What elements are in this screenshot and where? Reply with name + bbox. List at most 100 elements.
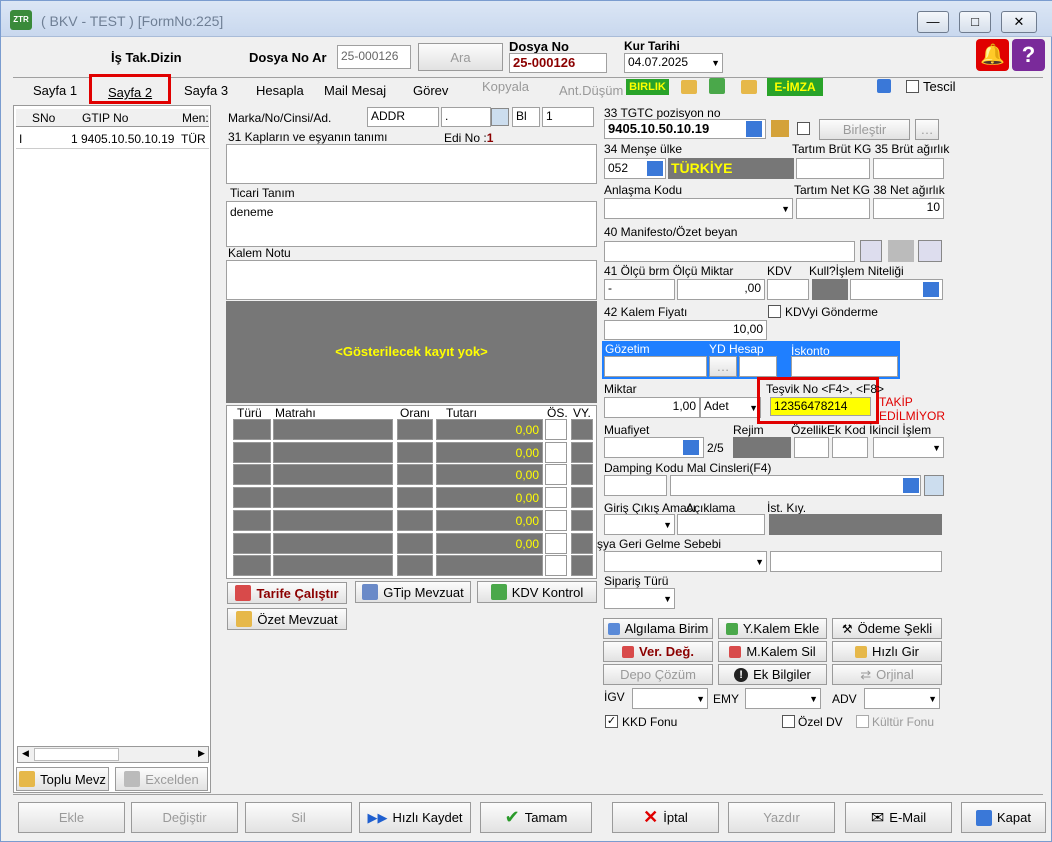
manifesto-add-icon[interactable]	[918, 240, 942, 262]
geri-gelme-input[interactable]	[770, 551, 942, 572]
kapat-button[interactable]: Kapat	[961, 802, 1046, 833]
toplu-mevzuat-button[interactable]: Toplu Mevz	[16, 767, 109, 791]
edit-icon[interactable]	[491, 108, 509, 126]
kultur-fonu-checkbox[interactable]	[856, 715, 869, 728]
ozel-dv-checkbox[interactable]	[782, 715, 795, 728]
tax-cell[interactable]	[571, 464, 593, 486]
tab-mail-mesaj[interactable]: Mail Mesaj	[324, 81, 386, 103]
col-gtip[interactable]: GTIP No	[82, 111, 128, 125]
dosya-no-field[interactable]: 25-000126	[509, 53, 607, 73]
yazdir-button[interactable]: Yazdır	[728, 802, 835, 833]
gozetim-input[interactable]	[604, 356, 707, 377]
damping-input[interactable]	[604, 475, 667, 496]
aciklama-input[interactable]	[677, 514, 765, 535]
algilama-birim-button[interactable]: Algılama Birim	[603, 618, 713, 639]
notification-bell-icon[interactable]: 🔔	[976, 39, 1009, 71]
mense-lookup-icon[interactable]	[647, 161, 663, 176]
marka-dot-input[interactable]: .	[441, 107, 491, 127]
maximize-button[interactable]: □	[959, 11, 991, 33]
tab-sayfa-1[interactable]: Sayfa 1	[33, 81, 77, 103]
col-sno[interactable]: SNo	[32, 111, 55, 125]
lookup-icon[interactable]	[746, 121, 762, 137]
manifesto-list-icon[interactable]	[860, 240, 882, 262]
email-button[interactable]: ✉ E-Mail	[845, 802, 952, 833]
birlestir-more-button[interactable]: …	[915, 119, 939, 140]
kalem-notu-textarea[interactable]	[226, 260, 597, 300]
tax-cell[interactable]	[571, 487, 593, 509]
birlik-button[interactable]: BIRLIK	[626, 79, 669, 95]
tab-sayfa-3[interactable]: Sayfa 3	[184, 81, 228, 103]
gtip-input[interactable]: 9405.10.50.10.19	[604, 119, 766, 139]
help-icon[interactable]: ?	[1012, 39, 1045, 71]
col-mense[interactable]: Men:	[182, 111, 209, 125]
tax-cell[interactable]	[571, 509, 593, 531]
net-agirlik-input[interactable]: 10	[873, 198, 944, 219]
bl-input[interactable]: Bl	[512, 107, 540, 127]
tarife-calistir-button[interactable]: Tarife Çalıştır	[227, 582, 347, 604]
ek-kod-input[interactable]	[832, 437, 868, 458]
tax-cell[interactable]	[545, 487, 567, 509]
ticari-tanim-textarea[interactable]: deneme	[226, 201, 597, 247]
upload-icon[interactable]	[709, 78, 725, 94]
tartim-net-input[interactable]	[796, 198, 870, 219]
manifesto-input[interactable]	[604, 241, 855, 262]
tax-cell[interactable]	[571, 419, 593, 440]
tax-cell[interactable]	[545, 419, 567, 440]
tax-cell[interactable]	[571, 555, 593, 577]
olcu-miktar-input[interactable]: ,00	[677, 279, 765, 300]
kalem-fiyati-input[interactable]: 10,00	[604, 320, 767, 340]
geri-gelme-select[interactable]: ▼	[604, 551, 767, 572]
tax-cell[interactable]	[545, 555, 567, 577]
kkd-fonu-checkbox[interactable]: ✓	[605, 715, 618, 728]
marka-input[interactable]: ADDR	[367, 107, 439, 127]
kdv-input[interactable]	[767, 279, 809, 300]
odeme-sekli-button[interactable]: ⚒ Ödeme Şekli	[832, 618, 942, 639]
sil-button[interactable]: Sil	[245, 802, 352, 833]
box-icon[interactable]	[771, 120, 789, 137]
minimize-button[interactable]: —	[917, 11, 949, 33]
tesvik-input[interactable]: 12356478214	[770, 397, 871, 416]
tax-cell[interactable]	[571, 441, 593, 463]
kur-tarihi-field[interactable]: 04.07.2025 ▼	[624, 53, 723, 73]
tartim-brut-input[interactable]	[796, 158, 870, 179]
ara-button[interactable]: Ara	[418, 43, 503, 71]
tab-hesapla[interactable]: Hesapla	[256, 81, 304, 103]
e-imza-button[interactable]: E-İMZA	[767, 78, 823, 96]
kaplar-textarea[interactable]	[226, 144, 597, 184]
m-kalem-sil-button[interactable]: M.Kalem Sil	[718, 641, 827, 662]
tax-cell[interactable]	[545, 441, 567, 463]
kull-lookup-icon[interactable]	[923, 282, 939, 297]
scrollbar-thumb[interactable]	[34, 748, 119, 761]
giris-cikis-select[interactable]: ▼	[604, 514, 675, 535]
birim-select[interactable]: Adet ▼	[700, 397, 761, 418]
close-window-button[interactable]: ✕	[1001, 11, 1037, 33]
table-row[interactable]: I 1 9405.10.50.10.19 TÜR	[16, 129, 209, 149]
tab-gorev[interactable]: Görev	[413, 81, 448, 103]
ikincil-islem-select[interactable]: ▼	[873, 437, 944, 458]
document-icon[interactable]	[877, 79, 891, 93]
kdv-kontrol-button[interactable]: KDV Kontrol	[477, 581, 597, 603]
mal-edit-icon[interactable]	[924, 475, 944, 496]
tescil-checkbox[interactable]	[906, 80, 919, 93]
kdvyi-gonderme-checkbox[interactable]	[768, 305, 781, 318]
yd-hesap-button[interactable]: …	[709, 356, 737, 377]
excelden-button[interactable]: Excelden	[115, 767, 208, 791]
folder-icon[interactable]	[681, 80, 697, 94]
degistir-button[interactable]: Değiştir	[131, 802, 238, 833]
scroll-left-icon[interactable]: ◀	[22, 748, 29, 759]
ozet-mevzuat-button[interactable]: Özet Mevzuat	[227, 608, 347, 630]
mal-lookup-icon[interactable]	[903, 478, 919, 493]
tax-cell[interactable]	[571, 532, 593, 554]
igv-select[interactable]: ▼	[632, 688, 708, 709]
gtip-mevzuat-button[interactable]: GTip Mevzuat	[355, 581, 471, 603]
olcu-birim-input[interactable]: -	[604, 279, 675, 300]
hizli-kaydet-button[interactable]: ▶▶ Hızlı Kaydet	[359, 802, 471, 833]
adv-select[interactable]: ▼	[864, 688, 940, 709]
kopyala-button[interactable]: Kopyala	[482, 77, 529, 99]
iptal-button[interactable]: ✕ İptal	[612, 802, 719, 833]
ek-bilgiler-button[interactable]: ! Ek Bilgiler	[718, 664, 827, 685]
folder-open-icon[interactable]	[741, 80, 757, 94]
brut-agirlik-input[interactable]	[873, 158, 944, 179]
ver-deg-button[interactable]: Ver. Değ.	[603, 641, 713, 662]
depo-cozum-button[interactable]: Depo Çözüm	[603, 664, 713, 685]
